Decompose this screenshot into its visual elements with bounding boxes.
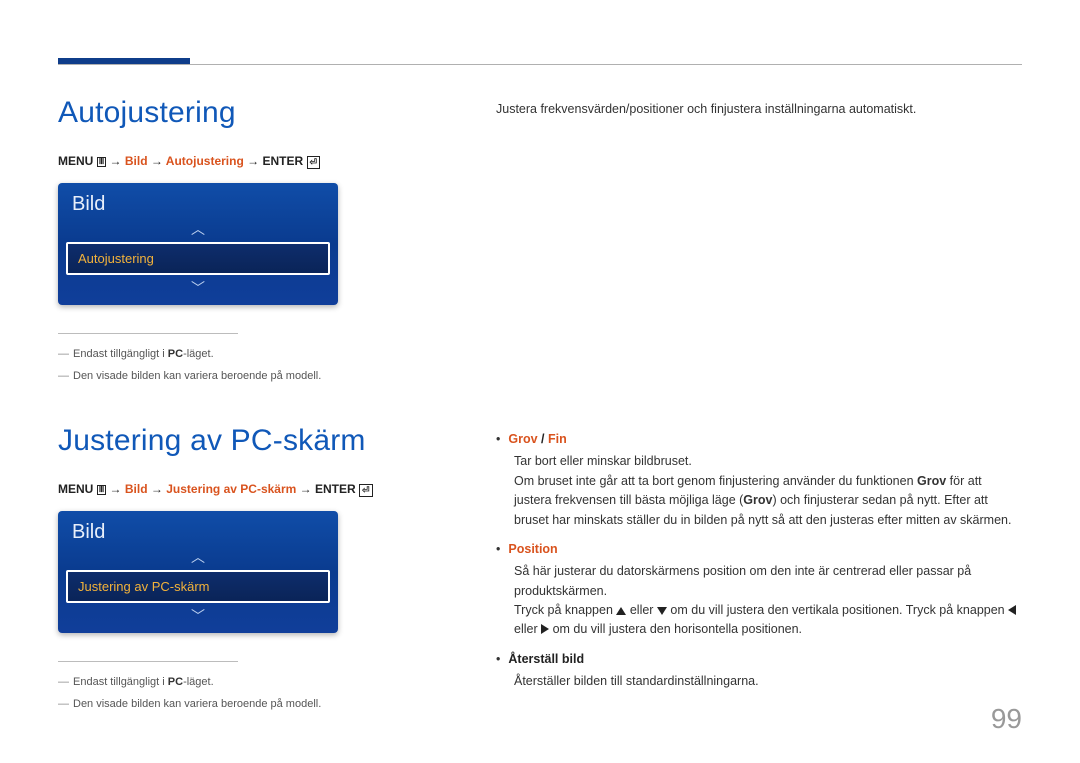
enter-icon: ⏎ xyxy=(307,156,321,169)
enter-icon: ⏎ xyxy=(359,484,373,497)
section2-title: Justering av PC-skärm xyxy=(58,424,418,458)
chevron-up-icon: ︿ xyxy=(58,220,338,238)
b3-p1: Återställer bilden till standardinställn… xyxy=(514,672,1022,691)
breadcrumb-bild: Bild xyxy=(125,154,148,168)
chevron-up-icon: ︿ xyxy=(58,548,338,566)
note1-line1: ―Endast tillgängligt i PC-läget. xyxy=(58,348,418,360)
triangle-left-icon xyxy=(1008,605,1016,615)
menu-card-1: Bild ︿ Autojustering ﹀ xyxy=(58,183,338,305)
chevron-down-icon: ﹀ xyxy=(58,607,338,633)
b1-p1: Tar bort eller minskar bildbruset. xyxy=(514,452,1022,471)
bullet-position: •Position Så här justerar du datorskärme… xyxy=(496,540,1022,640)
b1-p2: Om bruset inte går att ta bort genom fin… xyxy=(514,472,1022,530)
breadcrumb2-bild: Bild xyxy=(125,482,148,496)
b2-p1: Så här justerar du datorskärmens positio… xyxy=(514,562,1022,601)
notes-rule-2 xyxy=(58,661,238,662)
header-rule xyxy=(58,64,1022,65)
chevron-down-icon: ﹀ xyxy=(58,279,338,305)
card1-highlight: Autojustering xyxy=(66,242,330,275)
note2-line2: ―Den visade bilden kan variera beroende … xyxy=(58,698,418,710)
card2-highlight: Justering av PC-skärm xyxy=(66,570,330,603)
note2-line1: ―Endast tillgängligt i PC-läget. xyxy=(58,676,418,688)
breadcrumb-autojustering: Autojustering xyxy=(166,154,244,168)
bullet-grov-fin: •Grov / Fin Tar bort eller minskar bildb… xyxy=(496,430,1022,530)
section1-description: Justera frekvensvärden/positioner och fi… xyxy=(496,100,1022,119)
menu-icon: Ⅲ xyxy=(97,485,107,495)
breadcrumb-enter-label: ENTER xyxy=(262,154,303,168)
card2-header: Bild xyxy=(58,511,338,548)
triangle-up-icon xyxy=(616,607,626,615)
breadcrumb2-menu-label: MENU xyxy=(58,482,93,496)
breadcrumb2-enter-label: ENTER xyxy=(315,482,356,496)
bullet-aterstall: •Återställ bild Återställer bilden till … xyxy=(496,650,1022,692)
card1-header: Bild xyxy=(58,183,338,220)
breadcrumb-2: MENU Ⅲ → Bild → Justering av PC-skärm → … xyxy=(58,482,418,497)
breadcrumb-menu-label: MENU xyxy=(58,154,93,168)
b2-p2: Tryck på knappen eller om du vill juster… xyxy=(514,601,1022,640)
section1-title: Autojustering xyxy=(58,96,418,130)
breadcrumb-1: MENU Ⅲ → Bild → Autojustering → ENTER ⏎ xyxy=(58,154,418,169)
breadcrumb2-justering: Justering av PC-skärm xyxy=(166,482,296,496)
triangle-down-icon xyxy=(657,607,667,615)
menu-card-2: Bild ︿ Justering av PC-skärm ﹀ xyxy=(58,511,338,633)
page-number: 99 xyxy=(991,703,1022,735)
notes-rule-1 xyxy=(58,333,238,334)
menu-icon: Ⅲ xyxy=(97,157,107,167)
triangle-right-icon xyxy=(541,624,549,634)
note1-line2: ―Den visade bilden kan variera beroende … xyxy=(58,370,418,382)
